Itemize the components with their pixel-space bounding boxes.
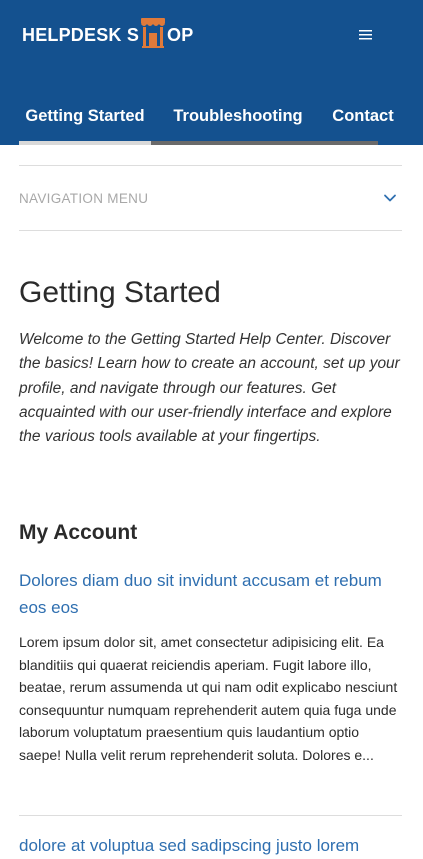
active-tab-indicator — [19, 141, 151, 145]
tab-scroll-track — [151, 141, 378, 145]
tab-label: Contact — [332, 107, 394, 125]
navigation-menu-label: NAVIGATION MENU — [19, 190, 149, 206]
category-tabs: Getting Started Troubleshooting Contact — [0, 92, 423, 145]
logo[interactable]: HELPDESK S OP — [22, 18, 193, 52]
tab-getting-started[interactable]: Getting Started — [19, 92, 151, 141]
page-title: Getting Started — [19, 276, 221, 309]
shop-icon — [140, 17, 166, 49]
tab-troubleshooting[interactable]: Troubleshooting — [168, 92, 308, 141]
section-title: My Account — [19, 521, 138, 544]
divider — [19, 815, 402, 816]
tab-contact[interactable]: Contact — [324, 92, 402, 141]
tab-label: Troubleshooting — [173, 107, 303, 125]
navigation-menu-toggle[interactable]: NAVIGATION MENU — [19, 166, 402, 231]
chevron-down-icon — [384, 194, 396, 202]
article-link[interactable]: Dolores diam duo sit invidunt accusam et… — [19, 567, 403, 621]
hamburger-menu-icon[interactable] — [356, 27, 376, 43]
logo-text-left: HELPDESK S — [22, 24, 140, 45]
article-excerpt: Lorem ipsum dolor sit, amet consectetur … — [19, 634, 398, 763]
tab-label: Getting Started — [25, 107, 145, 125]
article-link[interactable]: dolore at voluptua sed sadipscing justo … — [19, 832, 403, 859]
site-header: HELPDESK S OP Getting Started Troublesho… — [0, 0, 423, 145]
logo-text-right: OP — [167, 24, 194, 45]
intro-text: Welcome to the Getting Started Help Cent… — [19, 331, 400, 446]
